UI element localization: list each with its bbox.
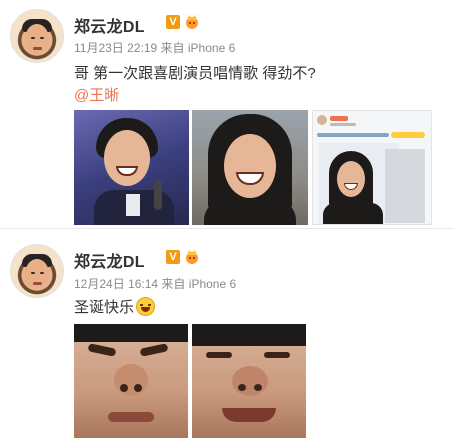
- crown-icon: [186, 250, 198, 264]
- funny-face-photo-1[interactable]: [74, 324, 188, 438]
- post-meta: 11月23日 22:19 来自 iPhone 6: [74, 39, 235, 56]
- via-label: 来自: [160, 41, 185, 55]
- post-text: 哥 第一次跟喜剧演员唱情歌 得劲不?: [74, 65, 316, 82]
- weibo-post-2: 郑云龙DL V 12月24日 16:14 来自 iPhone 6 圣诞快乐: [0, 232, 454, 445]
- post-text: 圣诞快乐: [74, 299, 135, 316]
- verified-badge-icon: V: [166, 250, 180, 264]
- weibo-post-1: 郑云龙DL V 11月23日 22:19 来自 iPhone 6 哥 第一次跟喜…: [0, 0, 454, 232]
- post-time: 16:14: [128, 277, 159, 291]
- avatar[interactable]: [10, 9, 64, 63]
- avatar[interactable]: [10, 244, 64, 298]
- singing-photo[interactable]: [74, 110, 189, 225]
- mention-link[interactable]: @王晰: [74, 84, 119, 105]
- post-date[interactable]: 12月24日: [74, 277, 125, 291]
- post-divider: [0, 228, 454, 229]
- post-meta: 12月24日 16:14 来自 iPhone 6: [74, 275, 236, 292]
- crown-icon: [186, 15, 198, 29]
- device-label: iPhone 6: [187, 41, 236, 55]
- author-name[interactable]: 郑云龙DL: [74, 248, 145, 272]
- author-name[interactable]: 郑云龙DL: [74, 13, 145, 37]
- device-label: iPhone 6: [188, 277, 237, 291]
- laughing-emoji-icon: [136, 297, 155, 316]
- post-time: 22:19: [127, 41, 158, 55]
- via-label: 来自: [161, 277, 186, 291]
- verified-badge-icon: V: [166, 15, 180, 29]
- weibo-screenshot-photo[interactable]: [312, 110, 432, 225]
- funny-face-photo-2[interactable]: [192, 324, 306, 438]
- post-date[interactable]: 11月23日: [74, 41, 124, 55]
- laughing-photo[interactable]: [192, 110, 308, 225]
